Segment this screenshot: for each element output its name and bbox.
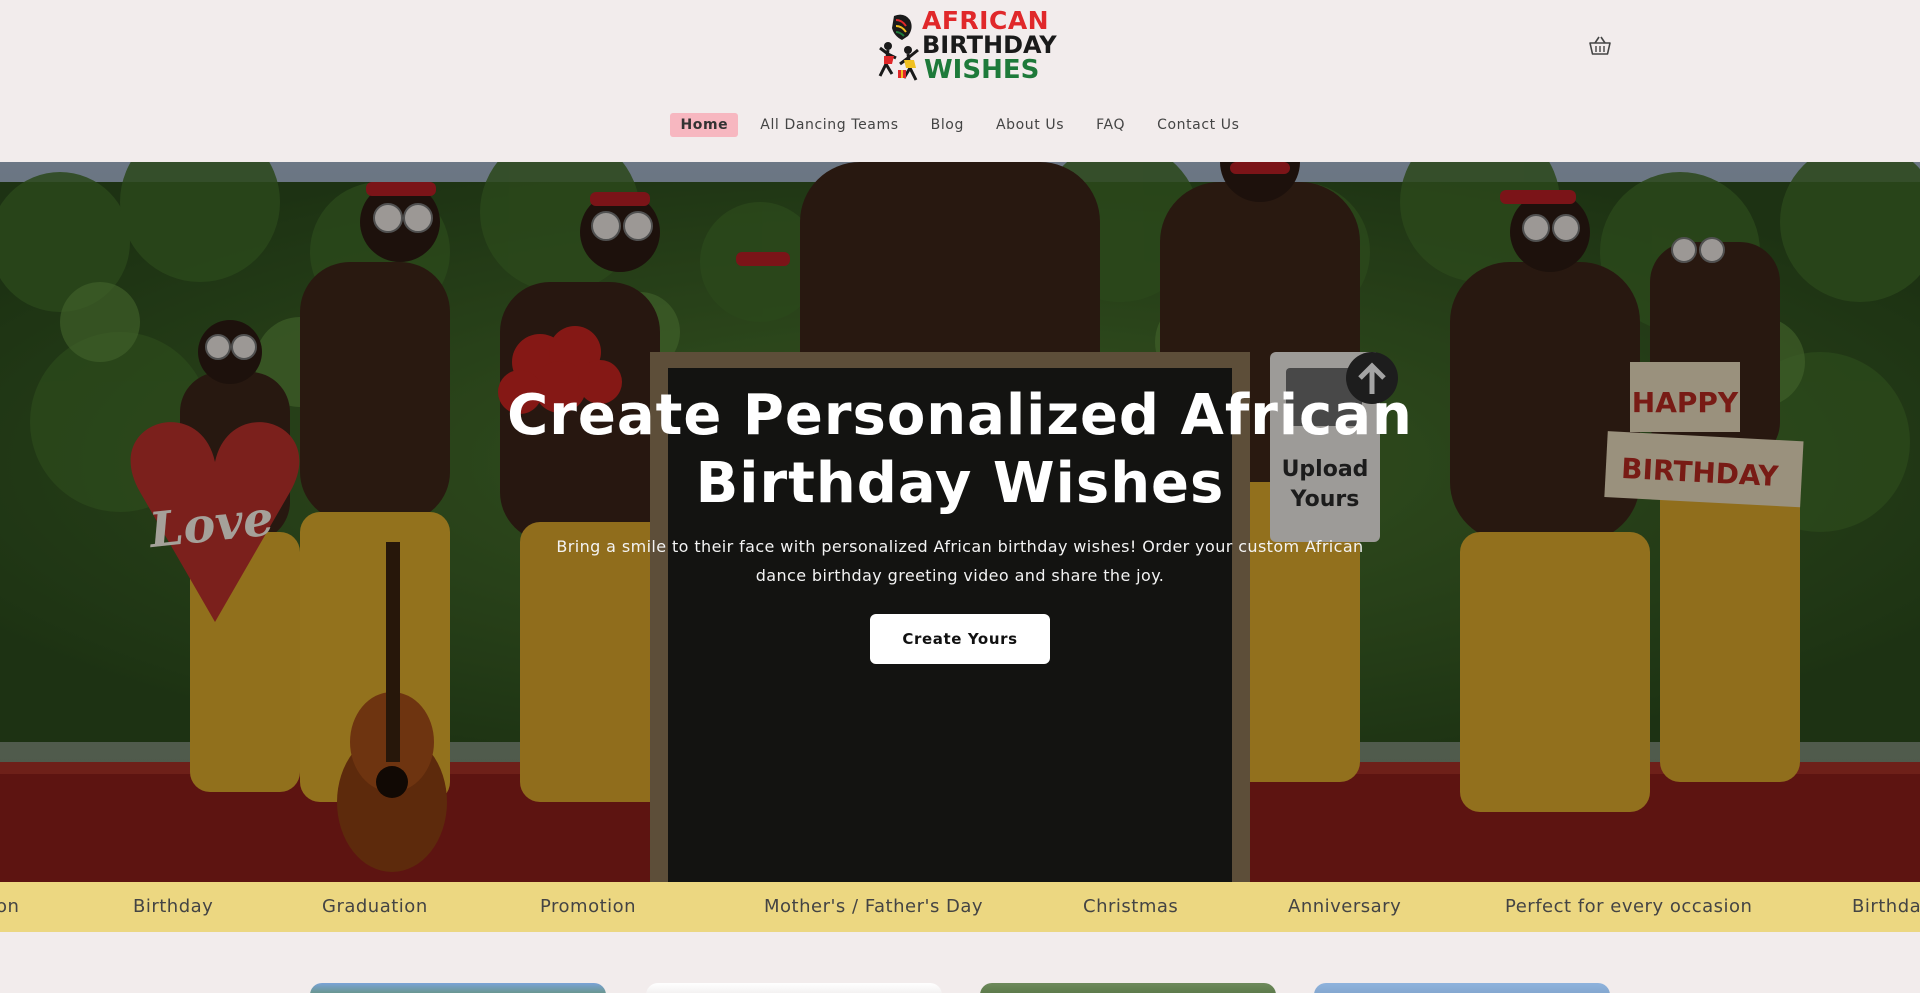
team-card[interactable] bbox=[646, 983, 942, 993]
occasion-item: Christmas bbox=[1083, 896, 1179, 917]
team-card[interactable] bbox=[310, 983, 606, 993]
site-header: AFRICAN BIRTHDAY WISHES Home All Dancing… bbox=[0, 0, 1920, 162]
occasion-item: on bbox=[0, 896, 20, 917]
occasion-item: Anniversary bbox=[1288, 896, 1402, 917]
occasion-item: Graduation bbox=[322, 896, 428, 917]
occasion-item: Mother's / Father's Day bbox=[764, 896, 984, 917]
nav-faq[interactable]: FAQ bbox=[1086, 113, 1135, 137]
create-yours-button[interactable]: Create Yours bbox=[870, 614, 1050, 664]
hero-subtitle: Bring a smile to their face with persona… bbox=[556, 537, 1364, 585]
occasion-item: Promotion bbox=[540, 896, 637, 917]
logo-line-african: AFRICAN bbox=[922, 6, 1050, 35]
team-cards-row bbox=[0, 932, 1920, 993]
nav-all-dancing-teams[interactable]: All Dancing Teams bbox=[750, 113, 908, 137]
hero-content: Create Personalized African Birthday Wis… bbox=[460, 382, 1460, 664]
nav-about-us[interactable]: About Us bbox=[986, 113, 1074, 137]
occasion-item: Birthday bbox=[133, 896, 214, 917]
hero-title: Create Personalized African Birthday Wis… bbox=[507, 383, 1413, 516]
logo-line-wishes: WISHES bbox=[924, 55, 1040, 85]
occasion-item: Perfect for every occasion bbox=[1505, 896, 1753, 917]
site-logo[interactable]: AFRICAN BIRTHDAY WISHES bbox=[874, 8, 1057, 86]
hero-banner: Love Upload Yours HAPPY BIRTHDAY Create … bbox=[0, 162, 1920, 882]
team-card[interactable] bbox=[1314, 983, 1610, 993]
nav-blog[interactable]: Blog bbox=[921, 113, 974, 137]
occasion-item: Birthday bbox=[1852, 896, 1920, 917]
nav-home[interactable]: Home bbox=[670, 113, 739, 137]
occasions-marquee: on Birthday Graduation Promotion Mother'… bbox=[0, 882, 1920, 932]
team-card[interactable] bbox=[980, 983, 1276, 993]
cart-button[interactable] bbox=[1584, 30, 1616, 62]
nav-contact-us[interactable]: Contact Us bbox=[1147, 113, 1249, 137]
dancer-figure-icon bbox=[878, 14, 919, 81]
cart-icon bbox=[1589, 36, 1611, 55]
main-nav: Home All Dancing Teams Blog About Us FAQ… bbox=[0, 110, 1920, 140]
